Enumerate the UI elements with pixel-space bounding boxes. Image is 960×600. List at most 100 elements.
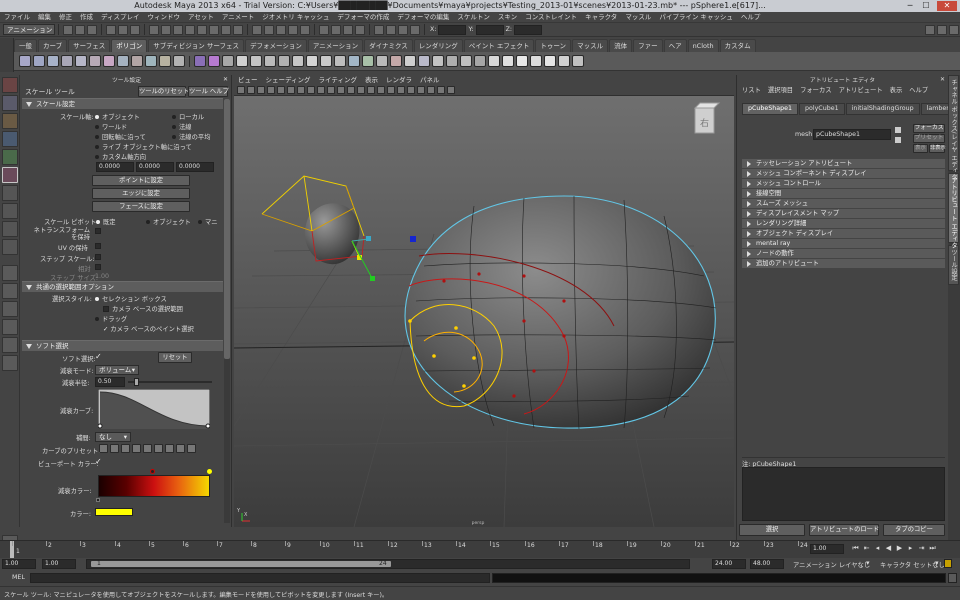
isolate-select-icon[interactable]	[427, 86, 435, 94]
single-pane-layout-icon[interactable]	[2, 265, 18, 281]
pivot-option-manip[interactable]: マニ	[198, 217, 218, 226]
poly-helix-icon[interactable]	[145, 55, 157, 67]
step-forward-key-icon[interactable]: ⇥	[917, 544, 926, 553]
quadrangulate-icon[interactable]	[362, 55, 374, 67]
menu-edit-deformers[interactable]: デフォーマの編集	[393, 12, 453, 23]
preset-1-icon[interactable]	[99, 444, 108, 453]
z-field[interactable]	[514, 24, 543, 35]
menu-animate[interactable]: アニメート	[218, 12, 258, 23]
pivot-option-default[interactable]: 既定	[96, 217, 116, 226]
move-tool-icon[interactable]	[2, 131, 18, 147]
xray-joints-icon[interactable]	[437, 86, 445, 94]
show-manip-icon[interactable]	[2, 221, 18, 237]
construction-history-icon[interactable]	[355, 24, 365, 35]
bookmark-icon[interactable]	[257, 86, 265, 94]
time-slider[interactable]: 1 2 3 4 5 6 7 8 9 10 11 12 13 14 15 16 17 18 19 20 21 22 23 24…	[0, 540, 960, 558]
menu-pipeline-cache[interactable]: パイプライン キャッシュ	[655, 12, 737, 23]
notes-field[interactable]	[742, 467, 945, 521]
boolean-union-icon[interactable]	[250, 55, 262, 67]
snap-curve-icon[interactable]	[264, 24, 274, 35]
ae-menu-focus[interactable]: フォーカス	[800, 86, 831, 96]
ramp-key-end[interactable]	[207, 469, 212, 474]
offset-edge-loop-icon[interactable]	[446, 55, 458, 67]
snap-grid-icon[interactable]	[252, 24, 262, 35]
poly-soccer-icon[interactable]	[159, 55, 171, 67]
input-ops-icon[interactable]	[331, 24, 341, 35]
show-channel-box-icon[interactable]	[949, 24, 959, 35]
camera-marquee-option[interactable]: カメラ ベースの選択範囲	[103, 304, 183, 313]
perspective-viewport[interactable]: ビュー シェーディング ライティング 表示 レンダラ パネル 右 X Y per…	[234, 75, 734, 527]
interpolation-dropdown[interactable]: なし ▾	[95, 432, 131, 442]
scrollbar-thumb[interactable]	[224, 99, 230, 359]
custom-axis-x-field[interactable]: 0.0000	[96, 162, 134, 172]
load-attributes-button[interactable]: アトリビュートのロード	[809, 524, 879, 536]
grid-icon[interactable]	[277, 86, 285, 94]
focus-button[interactable]: フォーカス	[913, 124, 945, 133]
tool-help-button[interactable]: ツール ヘルプ	[188, 85, 229, 97]
falloff-radius-slider-handle[interactable]	[134, 378, 139, 386]
poly-pyramid-icon[interactable]	[117, 55, 129, 67]
color-swatch[interactable]	[95, 508, 133, 516]
tab-polycube1[interactable]: polyCube1	[798, 103, 845, 115]
insert-edge-loop-icon[interactable]	[432, 55, 444, 67]
menu-skin[interactable]: スキン	[494, 12, 521, 23]
textured-icon[interactable]	[387, 86, 395, 94]
tab-deformation[interactable]: デフォメーション	[244, 38, 307, 52]
menu-edit[interactable]: 編集	[34, 12, 55, 23]
tab-ncloth[interactable]: nCloth	[687, 38, 719, 52]
curve-key-start[interactable]	[98, 423, 103, 429]
go-input-icon[interactable]	[895, 127, 901, 133]
resolution-gate-icon[interactable]	[297, 86, 305, 94]
section-smooth-mesh[interactable]: スムーズ メッシュ	[742, 199, 945, 209]
falloff-radius-slider[interactable]	[128, 381, 212, 383]
menu-constrain[interactable]: コンストレイント	[521, 12, 581, 23]
ramp-key-mid[interactable]	[150, 469, 155, 474]
select-hierarchy-icon[interactable]	[106, 24, 116, 35]
poly-sphere-icon[interactable]	[19, 55, 31, 67]
poly-prism-icon[interactable]	[103, 55, 115, 67]
falloff-mode-dropdown[interactable]: ボリューム ▾	[95, 365, 139, 375]
tab-surfaces[interactable]: サーフェス	[68, 38, 111, 52]
range-bar[interactable]: 1 24	[86, 559, 690, 569]
section-tangent-space[interactable]: 接線空間	[742, 189, 945, 199]
output-ops-icon[interactable]	[343, 24, 353, 35]
preset-8-icon[interactable]	[176, 444, 185, 453]
poly-pipe-icon[interactable]	[131, 55, 143, 67]
axis-option-object[interactable]: オブジェクト	[95, 112, 140, 121]
menu-character[interactable]: キャラクタ	[581, 12, 621, 23]
menu-lighting[interactable]: ライティング	[315, 75, 361, 85]
shadows-icon[interactable]	[417, 86, 425, 94]
preset-2-icon[interactable]	[110, 444, 119, 453]
tab-curves[interactable]: カーブ	[38, 38, 68, 52]
menu-create-deformers[interactable]: デフォーマの作成	[333, 12, 393, 23]
cleanup-icon[interactable]	[334, 55, 346, 67]
mask-dynamics-icon[interactable]	[209, 24, 219, 35]
tab-fluids[interactable]: 流体	[609, 38, 633, 52]
poly-cube-icon[interactable]	[33, 55, 45, 67]
spherical-mapping-icon[interactable]	[530, 55, 542, 67]
section-extra-attributes[interactable]: 追加のアトリビュート	[742, 259, 945, 269]
playback-end-field[interactable]: 24.00	[712, 559, 746, 569]
mask-handles-icon[interactable]	[149, 24, 159, 35]
ae-menu-help[interactable]: ヘルプ	[909, 86, 928, 96]
persp-outliner-layout-icon[interactable]	[2, 301, 18, 317]
persp-graph-layout-icon[interactable]	[2, 319, 18, 335]
hypershade-layout-icon[interactable]	[2, 337, 18, 353]
preset-4-icon[interactable]	[132, 444, 141, 453]
axis-option-normal[interactable]: 法線	[172, 122, 192, 131]
rotate-tool-icon[interactable]	[2, 149, 18, 165]
show-tool-settings-icon[interactable]	[937, 24, 947, 35]
viewport-color-check-icon[interactable]: ✓	[95, 457, 102, 466]
viewport-scene[interactable]: 右 X Y persp	[234, 96, 734, 527]
field-chart-icon[interactable]	[317, 86, 325, 94]
go-to-start-icon[interactable]: ⏮	[851, 544, 860, 553]
drag-option[interactable]: ドラッグ	[95, 314, 127, 323]
separate-icon[interactable]	[208, 55, 220, 67]
poly-cone-icon[interactable]	[61, 55, 73, 67]
append-polygon-icon[interactable]	[404, 55, 416, 67]
axis-option-local[interactable]: ローカル	[172, 112, 204, 121]
mirror-icon[interactable]	[292, 55, 304, 67]
tab-toon[interactable]: トゥーン	[535, 38, 572, 52]
pivot-option-object[interactable]: オブジェクト	[146, 217, 191, 226]
combine-icon[interactable]	[194, 55, 206, 67]
